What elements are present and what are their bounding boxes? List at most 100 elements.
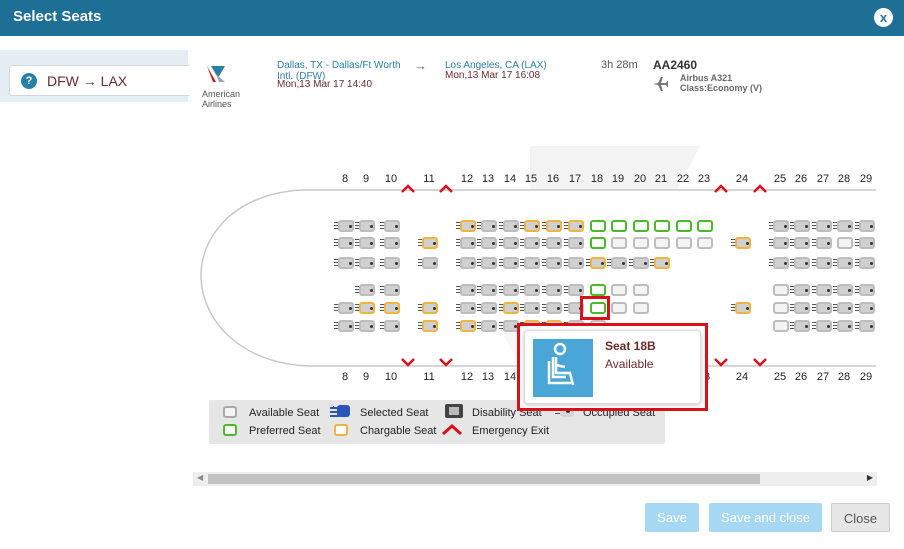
seat[interactable]	[499, 302, 522, 315]
seat[interactable]	[812, 320, 835, 333]
seat[interactable]	[355, 237, 378, 250]
seat[interactable]	[334, 237, 357, 250]
seat[interactable]	[589, 220, 609, 233]
seat[interactable]	[653, 237, 673, 250]
seat[interactable]	[772, 320, 792, 333]
seat[interactable]	[499, 237, 522, 250]
seat[interactable]	[418, 302, 441, 315]
seat[interactable]	[355, 257, 378, 270]
seat[interactable]	[790, 220, 813, 233]
seat[interactable]	[520, 284, 543, 297]
seat[interactable]	[456, 320, 479, 333]
seat[interactable]	[477, 220, 500, 233]
seat[interactable]	[456, 302, 479, 315]
seat[interactable]	[833, 220, 856, 233]
seat[interactable]	[477, 284, 500, 297]
seat[interactable]	[477, 257, 500, 270]
seat[interactable]	[790, 320, 813, 333]
seat[interactable]	[632, 302, 652, 315]
seat[interactable]	[812, 237, 835, 250]
seat[interactable]	[610, 284, 630, 297]
seat[interactable]	[380, 320, 403, 333]
seat[interactable]	[812, 302, 835, 315]
seat[interactable]	[675, 220, 695, 233]
seat[interactable]	[542, 237, 565, 250]
seat[interactable]	[653, 220, 673, 233]
seat[interactable]	[418, 237, 441, 250]
seat[interactable]	[380, 302, 403, 315]
seat[interactable]	[418, 320, 441, 333]
seat[interactable]	[334, 220, 357, 233]
close-button[interactable]: Close	[831, 503, 890, 532]
seat[interactable]	[833, 257, 856, 270]
seat[interactable]	[520, 237, 543, 250]
seat[interactable]	[520, 302, 543, 315]
seat[interactable]	[790, 284, 813, 297]
seat[interactable]	[836, 237, 856, 250]
seat[interactable]	[334, 257, 357, 270]
seat[interactable]	[629, 257, 652, 270]
seat[interactable]	[790, 237, 813, 250]
seat[interactable]	[790, 257, 813, 270]
seat[interactable]	[812, 257, 835, 270]
seat[interactable]	[456, 284, 479, 297]
seat[interactable]	[499, 220, 522, 233]
seat[interactable]	[772, 284, 792, 297]
seat[interactable]	[542, 220, 565, 233]
seat[interactable]	[769, 220, 792, 233]
seat[interactable]	[833, 320, 856, 333]
seatmap-horizontal-scrollbar[interactable]: ◀ ▶	[193, 472, 877, 486]
seat[interactable]	[610, 237, 630, 250]
seat[interactable]	[477, 302, 500, 315]
seat[interactable]	[632, 220, 652, 233]
seat[interactable]	[586, 257, 609, 270]
seat[interactable]	[731, 302, 754, 315]
seat[interactable]	[632, 237, 652, 250]
seat[interactable]	[499, 284, 522, 297]
seat[interactable]	[855, 320, 878, 333]
seat[interactable]	[769, 257, 792, 270]
seat[interactable]	[564, 220, 587, 233]
seat[interactable]	[380, 257, 403, 270]
seat[interactable]	[610, 220, 630, 233]
seat[interactable]	[456, 237, 479, 250]
seat[interactable]	[477, 320, 500, 333]
seat[interactable]	[675, 237, 695, 250]
seat[interactable]	[477, 237, 500, 250]
scroll-left-icon[interactable]: ◀	[197, 473, 203, 482]
seat[interactable]	[542, 257, 565, 270]
seat[interactable]	[855, 237, 878, 250]
seat[interactable]	[499, 257, 522, 270]
seat[interactable]	[355, 320, 378, 333]
seat[interactable]	[355, 284, 378, 297]
seat[interactable]	[607, 257, 630, 270]
seat[interactable]	[564, 257, 587, 270]
seat[interactable]	[589, 237, 609, 250]
seat[interactable]	[456, 257, 479, 270]
seat[interactable]	[542, 284, 565, 297]
seat[interactable]	[380, 220, 403, 233]
seat[interactable]	[456, 220, 479, 233]
seat[interactable]	[334, 320, 357, 333]
seat[interactable]	[833, 284, 856, 297]
seat[interactable]	[355, 220, 378, 233]
seat[interactable]	[790, 302, 813, 315]
seat[interactable]	[564, 237, 587, 250]
seat[interactable]	[520, 220, 543, 233]
seat[interactable]	[855, 257, 878, 270]
seat[interactable]	[334, 302, 357, 315]
scrollbar-thumb[interactable]	[208, 474, 760, 484]
seat[interactable]	[632, 284, 652, 297]
seat[interactable]	[772, 302, 792, 315]
seat[interactable]	[731, 237, 754, 250]
seat[interactable]	[812, 284, 835, 297]
scroll-right-icon[interactable]: ▶	[867, 473, 873, 482]
seat[interactable]	[610, 302, 630, 315]
seat[interactable]	[380, 237, 403, 250]
seat[interactable]	[855, 220, 878, 233]
seat[interactable]	[355, 302, 378, 315]
save-and-close-button[interactable]: Save and close	[709, 503, 822, 532]
seat[interactable]	[855, 284, 878, 297]
seat[interactable]	[380, 284, 403, 297]
seat[interactable]	[696, 237, 716, 250]
